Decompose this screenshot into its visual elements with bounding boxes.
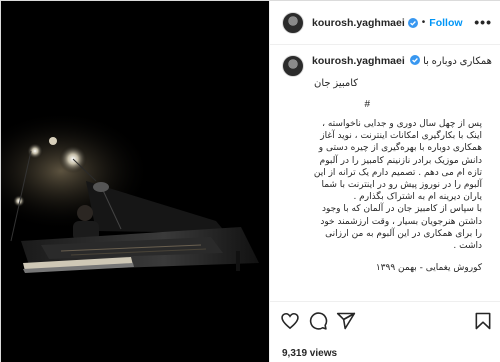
caption-signature: کوروش یغمایی - بهمن ۱۳۹۹ bbox=[375, 263, 482, 274]
verified-badge-icon bbox=[407, 17, 418, 28]
avatar[interactable] bbox=[282, 11, 304, 34]
caption-body: پس از چهل سال دوری و جدایی ناخواسته ، ای… bbox=[282, 118, 492, 274]
caption-first-line: همکاری دوباره با bbox=[423, 56, 492, 67]
caption-hashtag[interactable]: # bbox=[282, 99, 492, 110]
post-side-panel: kourosh.yaghmaei • Follow ••• kourosh.ya… bbox=[269, 1, 500, 362]
action-bar bbox=[270, 301, 500, 345]
bookmark-icon[interactable] bbox=[473, 311, 493, 331]
view-count[interactable]: 9,319 views bbox=[282, 348, 337, 359]
verified-badge-icon bbox=[410, 55, 421, 65]
share-icon[interactable] bbox=[336, 311, 356, 331]
instagram-post: kourosh.yaghmaei • Follow ••• kourosh.ya… bbox=[0, 0, 500, 362]
comment-icon[interactable] bbox=[308, 311, 328, 331]
pianist-photo-image bbox=[1, 1, 269, 362]
separator-dot: • bbox=[421, 17, 426, 28]
caption-second-line: کامبیز جان bbox=[314, 78, 359, 89]
follow-button[interactable]: Follow bbox=[429, 17, 462, 29]
caption-paragraph-2: با سپاس از کامبیز جان در آلمان که با وجو… bbox=[320, 204, 482, 252]
username[interactable]: kourosh.yaghmaei bbox=[312, 17, 405, 29]
caption: kourosh.yaghmaei همکاری دوباره با کامبیز… bbox=[270, 45, 500, 299]
heart-icon[interactable] bbox=[280, 311, 300, 331]
more-options-icon[interactable]: ••• bbox=[474, 14, 492, 30]
caption-paragraph-1: پس از چهل سال دوری و جدایی ناخواسته ، ای… bbox=[313, 119, 482, 203]
caption-username[interactable]: kourosh.yaghmaei bbox=[312, 55, 405, 67]
post-header: kourosh.yaghmaei • Follow ••• bbox=[270, 1, 500, 45]
caption-avatar[interactable] bbox=[282, 55, 304, 77]
post-photo[interactable] bbox=[1, 1, 269, 362]
